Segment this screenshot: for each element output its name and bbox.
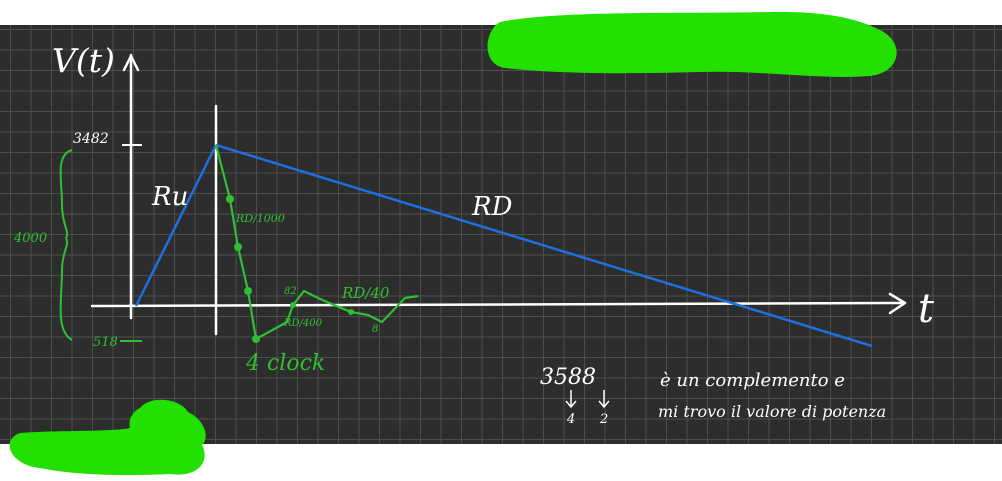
medium-slope-label: RD/40 bbox=[341, 284, 390, 302]
clock-point bbox=[244, 287, 252, 295]
clock-note: 4 clock bbox=[245, 351, 325, 376]
y-axis-label: V(t) bbox=[52, 41, 115, 80]
bottom-level-label: 518 bbox=[93, 335, 118, 350]
top-level-label: 3482 bbox=[73, 131, 109, 147]
span-brace bbox=[59, 149, 73, 341]
note-digit-b: 2 bbox=[599, 412, 608, 427]
redaction-scribble bbox=[9, 399, 206, 476]
clock-point bbox=[234, 243, 242, 251]
span-label: 4000 bbox=[13, 231, 47, 246]
handwritten-diagram: V(t) t 3482 Ru RD 4000 518 RD/1000 82 RD… bbox=[9, 11, 935, 476]
tick-82-label: 82 bbox=[284, 286, 297, 297]
x-axis-label: t bbox=[918, 286, 935, 332]
ramp-up-label: Ru bbox=[151, 182, 188, 212]
clock-point bbox=[252, 335, 260, 343]
note-line-1: è un complemento e bbox=[660, 370, 845, 391]
slow-slope-label: RD/400 bbox=[283, 318, 323, 329]
redaction-scribble bbox=[487, 11, 897, 77]
ramp-up-line bbox=[134, 144, 218, 307]
note-digit-a: 4 bbox=[566, 412, 575, 427]
x-axis bbox=[90, 301, 905, 308]
clock-point bbox=[348, 309, 354, 315]
ramp-down-label: RD bbox=[471, 192, 513, 222]
clock-steps-line bbox=[214, 144, 419, 341]
note-number: 3588 bbox=[540, 365, 596, 390]
note-line-2: mi trovo il valore di potenza bbox=[658, 402, 886, 421]
ramp-down-line bbox=[215, 143, 873, 348]
tick-8-label: 8 bbox=[372, 324, 378, 335]
clock-point bbox=[290, 302, 296, 308]
fast-down-label: RD/1000 bbox=[235, 212, 285, 225]
clock-point bbox=[226, 195, 234, 203]
